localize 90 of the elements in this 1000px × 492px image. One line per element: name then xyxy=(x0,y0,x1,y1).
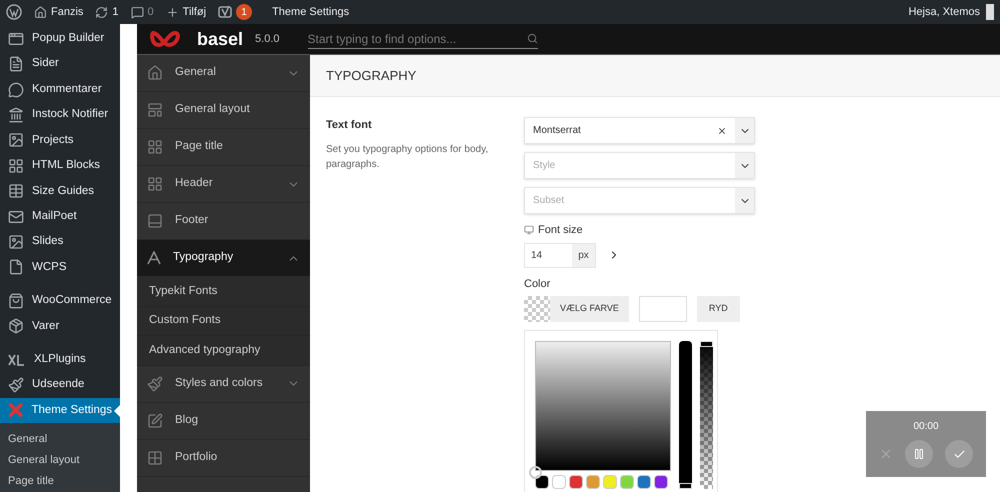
edit-icon xyxy=(147,412,163,428)
picker-handle[interactable] xyxy=(529,466,542,479)
xl-icon xyxy=(8,354,26,366)
timer-text: 00:00 xyxy=(913,420,939,434)
clear-icon[interactable] xyxy=(717,126,727,136)
options-submenu-item[interactable]: Typekit Fonts xyxy=(137,277,310,306)
admin-menu-item[interactable]: Varer xyxy=(0,313,120,339)
layout-icon xyxy=(147,102,163,118)
box-icon xyxy=(8,318,24,334)
pause-button[interactable] xyxy=(905,440,933,468)
options-menu-item[interactable]: Typography xyxy=(137,240,310,277)
home-icon xyxy=(34,6,47,18)
theme-settings-link[interactable]: Theme Settings xyxy=(272,4,350,20)
admin-menu-item[interactable]: Udseende xyxy=(0,372,120,398)
section-title: TYPOGRAPHY xyxy=(326,66,416,85)
bank-icon xyxy=(8,106,24,123)
image-icon xyxy=(8,234,24,250)
color-swatch[interactable] xyxy=(569,475,583,489)
comments-link[interactable]: 0 xyxy=(130,4,154,20)
font-size-label: Font size xyxy=(538,223,583,238)
letter-icon xyxy=(147,251,161,265)
x-logo-icon xyxy=(8,401,24,420)
image-icon xyxy=(8,132,24,148)
refresh-icon xyxy=(95,6,108,18)
monitor-icon[interactable] xyxy=(524,225,534,236)
pick-color-button[interactable]: VÆLG FARVE xyxy=(524,296,629,322)
brush-icon xyxy=(8,376,24,393)
color-swatch[interactable] xyxy=(586,475,600,489)
admin-menu-item[interactable]: Sider xyxy=(0,51,120,77)
color-swatch[interactable] xyxy=(603,475,617,489)
font-family-select[interactable]: Montserrat xyxy=(524,117,755,144)
admin-menu-item[interactable]: WooCommerce xyxy=(0,288,120,314)
logo-text: basel xyxy=(197,30,244,48)
admin-menu-item[interactable]: Popup Builder xyxy=(0,26,120,52)
mail-icon xyxy=(8,208,24,225)
color-swatch[interactable] xyxy=(535,475,549,489)
admin-menu-item[interactable]: Kommentarer xyxy=(0,76,120,102)
search-icon xyxy=(526,33,538,44)
notification-badge: 1 xyxy=(236,4,252,20)
admin-menu-item[interactable]: Instock Notifier xyxy=(0,102,120,128)
field-description: Set you typography options for body, paragraphs. xyxy=(326,142,490,172)
options-search-field[interactable]: Start typing to find options... xyxy=(308,30,538,48)
plus-icon xyxy=(166,6,179,18)
hue-slider-handle[interactable] xyxy=(679,483,692,489)
site-link[interactable]: Fanzis xyxy=(34,4,84,20)
clear-color-button[interactable]: RYD xyxy=(696,296,740,322)
color-swatch[interactable] xyxy=(654,475,668,489)
new-link[interactable]: Tilføj xyxy=(166,4,206,20)
admin-menu-item[interactable]: HTML Blocks xyxy=(0,153,120,178)
table-icon xyxy=(8,183,24,200)
saturation-area[interactable] xyxy=(535,341,671,471)
grid-icon xyxy=(147,139,163,155)
comment-icon xyxy=(130,6,144,18)
color-label: Color xyxy=(524,276,552,292)
options-submenu-item[interactable]: Advanced typography xyxy=(137,336,310,366)
footer-icon xyxy=(147,213,163,229)
admin-menu-item[interactable]: Size Guides xyxy=(0,178,120,204)
admin-submenu-item[interactable]: General layout xyxy=(0,450,120,472)
updates-link[interactable]: 1 xyxy=(95,4,119,20)
options-submenu-item[interactable]: Custom Fonts xyxy=(137,306,310,336)
admin-menu-item[interactable]: WCPS xyxy=(0,254,120,280)
color-swatch[interactable] xyxy=(637,475,651,489)
admin-menu-item[interactable]: Projects xyxy=(0,128,120,154)
color-swatch[interactable] xyxy=(552,475,566,489)
wordpress-logo-icon[interactable] xyxy=(6,4,22,20)
pause-icon xyxy=(913,448,925,460)
hue-slider[interactable] xyxy=(679,341,692,489)
admin-submenu-item[interactable]: General xyxy=(0,429,120,450)
check-icon xyxy=(952,448,966,460)
grid-icon xyxy=(147,176,163,192)
color-swatch[interactable] xyxy=(620,475,634,489)
version-text: 5.0.0 xyxy=(255,32,280,47)
font-size-field[interactable]: 14 px xyxy=(524,242,596,268)
home-icon xyxy=(147,65,163,81)
comment-icon xyxy=(8,82,24,98)
admin-submenu-item[interactable]: Page title xyxy=(0,471,120,492)
unit-label: px xyxy=(572,244,595,266)
admin-menu-item[interactable]: MailPoet xyxy=(0,204,120,230)
brush-icon xyxy=(147,376,163,392)
greeting-link[interactable]: Hejsa, Xtemos xyxy=(908,4,980,20)
opacity-slider[interactable] xyxy=(700,341,713,489)
doc-icon xyxy=(8,259,24,276)
admin-menu-item[interactable]: Slides xyxy=(0,229,120,255)
color-hex-field[interactable] xyxy=(638,296,687,322)
admin-menu-item[interactable]: Theme Settings xyxy=(0,398,120,424)
pages-icon xyxy=(8,56,24,72)
admin-menu-item[interactable]: XLPlugins xyxy=(0,346,120,372)
field-label: Text font xyxy=(326,118,373,133)
opacity-slider-handle[interactable] xyxy=(700,341,713,347)
grid-icon xyxy=(8,158,24,174)
